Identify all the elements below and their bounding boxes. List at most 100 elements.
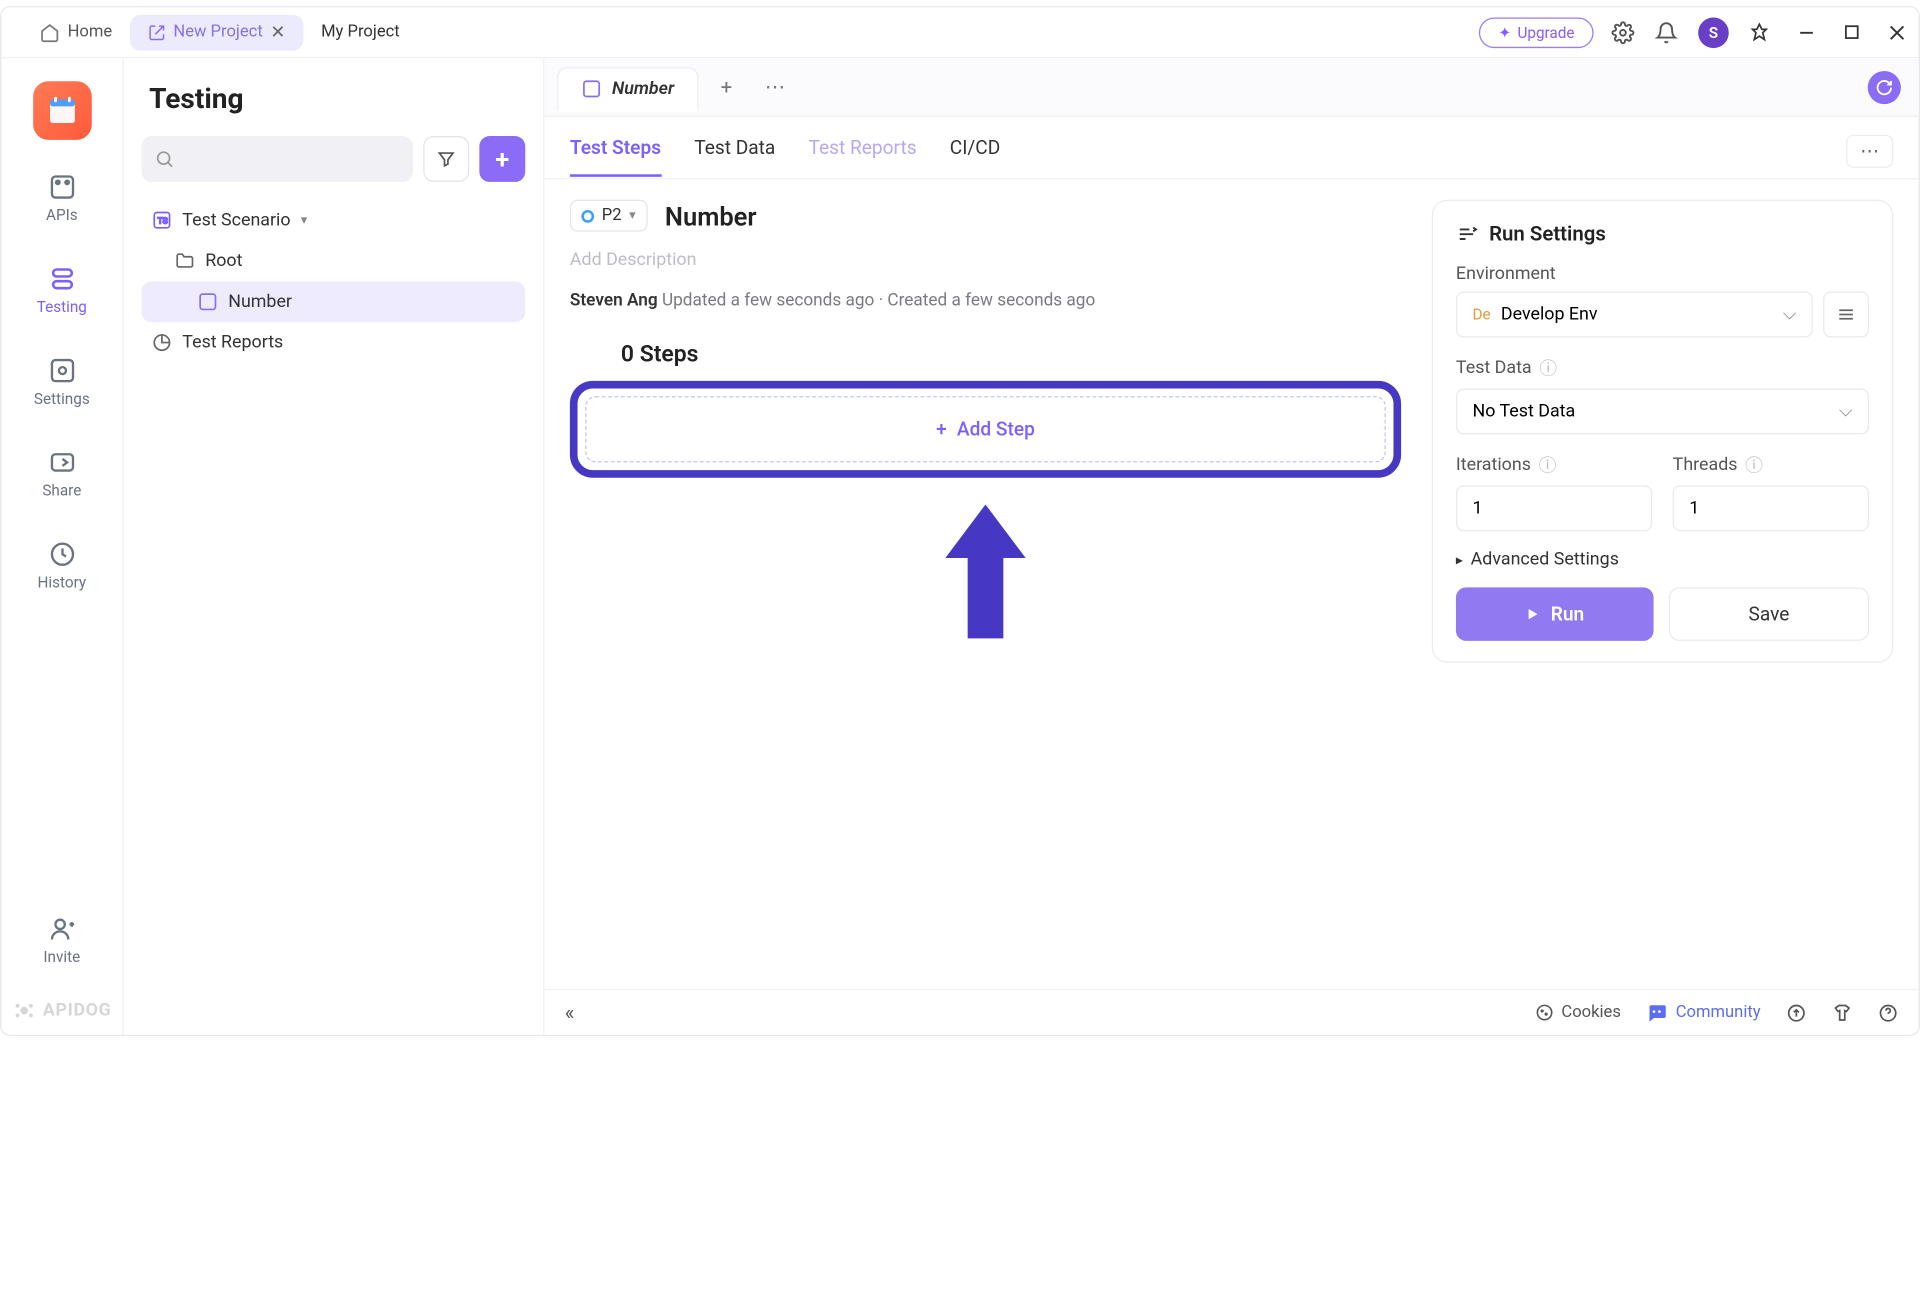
left-rail: APIs Testing Settings Share History In xyxy=(1,58,123,1035)
env-label: Environment xyxy=(1456,264,1869,284)
rail-apis[interactable]: APIs xyxy=(17,165,106,231)
pin-icon[interactable] xyxy=(1749,22,1769,42)
reports-icon xyxy=(152,332,172,352)
arrow-annotation xyxy=(941,493,1030,659)
env-select[interactable]: De Develop Env ⌵ xyxy=(1456,292,1813,338)
settings-icon xyxy=(48,357,76,385)
tree-scenario-label: Test Scenario xyxy=(182,210,290,230)
tab-cicd[interactable]: CI/CD xyxy=(950,136,1001,177)
close-icon[interactable]: ✕ xyxy=(270,22,285,42)
rail-settings[interactable]: Settings xyxy=(17,349,106,415)
subnav-more-button[interactable]: ⋯ xyxy=(1846,135,1893,168)
chevron-right-icon: ▸ xyxy=(1456,551,1463,568)
page-title[interactable]: Number xyxy=(665,200,757,231)
collapse-sidebar-button[interactable]: « xyxy=(565,1000,575,1024)
sidebar: Testing + TS Test Scenario ▾ Root xyxy=(124,58,545,1035)
rail-share[interactable]: Share xyxy=(17,441,106,507)
add-button[interactable]: + xyxy=(479,136,525,182)
author-name: Steven Ang xyxy=(570,290,658,310)
tree-root-folder[interactable]: Root xyxy=(142,241,526,282)
rail-invite-label: Invite xyxy=(43,948,80,966)
doc-tab-label: Number xyxy=(612,79,674,99)
rail-history[interactable]: History xyxy=(17,533,106,599)
project-tab-other-label: My Project xyxy=(321,23,400,42)
env-badge: De xyxy=(1473,306,1491,324)
priority-selector[interactable]: P2 ▾ xyxy=(570,200,647,232)
description-input[interactable]: Add Description xyxy=(570,250,1401,270)
play-icon xyxy=(1525,606,1540,621)
tree-test-reports[interactable]: Test Reports xyxy=(142,322,526,363)
project-tab-label: New Project xyxy=(173,23,262,42)
add-tab-button[interactable]: + xyxy=(706,67,747,108)
priority-dot-icon xyxy=(581,209,594,222)
minimize-icon[interactable] xyxy=(1798,23,1816,41)
tree-number-item[interactable]: Number xyxy=(142,281,526,322)
run-settings-icon xyxy=(1456,222,1479,245)
rail-testing-label: Testing xyxy=(37,298,87,316)
save-button[interactable]: Save xyxy=(1669,587,1869,641)
rail-history-label: History xyxy=(37,573,86,591)
app-logo[interactable] xyxy=(33,81,92,140)
rail-testing[interactable]: Testing xyxy=(17,257,106,323)
svg-text:TS: TS xyxy=(158,217,168,227)
home-icon xyxy=(40,22,60,42)
maximize-icon[interactable] xyxy=(1844,24,1861,41)
testing-icon xyxy=(48,265,76,293)
iterations-label: Iterations ⓘ xyxy=(1456,452,1652,477)
close-window-icon[interactable] xyxy=(1888,23,1906,41)
help-icon[interactable]: ⓘ xyxy=(1539,355,1557,380)
help-icon[interactable]: ⓘ xyxy=(1539,452,1557,477)
scenario-item-icon xyxy=(198,292,218,312)
threads-label: Threads ⓘ xyxy=(1673,452,1869,477)
testdata-label: Test Data ⓘ xyxy=(1456,355,1869,380)
settings-gear-icon[interactable] xyxy=(1611,21,1634,44)
add-step-button[interactable]: + Add Step xyxy=(585,396,1386,462)
scenario-icon: TS xyxy=(152,210,172,230)
tshirt-icon[interactable] xyxy=(1832,1002,1852,1022)
filter-button[interactable] xyxy=(423,136,469,182)
tab-test-data[interactable]: Test Data xyxy=(694,136,775,177)
run-label: Run xyxy=(1551,603,1585,626)
bell-icon[interactable] xyxy=(1655,21,1678,44)
tab-test-reports[interactable]: Test Reports xyxy=(808,136,916,177)
run-settings-heading: Run Settings xyxy=(1489,221,1606,245)
share-icon xyxy=(48,448,76,476)
search-input[interactable] xyxy=(142,136,414,182)
advanced-settings-toggle[interactable]: ▸ Advanced Settings xyxy=(1456,549,1869,569)
add-step-label: Add Step xyxy=(957,418,1035,441)
doc-tab-number[interactable]: Number xyxy=(557,67,698,112)
run-button[interactable]: Run xyxy=(1456,587,1654,641)
community-link[interactable]: Community xyxy=(1646,1002,1760,1024)
avatar[interactable]: S xyxy=(1698,17,1729,48)
tree-root-label: Root xyxy=(205,251,242,271)
plus-icon: + xyxy=(936,418,947,441)
help-icon[interactable] xyxy=(1878,1002,1898,1022)
upgrade-label: Upgrade xyxy=(1517,23,1574,41)
tab-test-steps[interactable]: Test Steps xyxy=(570,136,661,177)
external-icon xyxy=(148,23,166,41)
upgrade-button[interactable]: ✦ Upgrade xyxy=(1479,17,1594,48)
tree-test-scenario[interactable]: TS Test Scenario ▾ xyxy=(142,200,526,241)
sidebar-title: Testing xyxy=(149,84,517,116)
env-more-button[interactable] xyxy=(1823,292,1869,338)
advanced-label: Advanced Settings xyxy=(1471,549,1619,569)
help-icon[interactable]: ⓘ xyxy=(1745,452,1763,477)
sync-button[interactable] xyxy=(1868,70,1901,103)
rail-share-label: Share xyxy=(42,482,81,500)
project-tab-other[interactable]: My Project xyxy=(303,15,417,49)
iterations-input[interactable]: 1 xyxy=(1456,485,1652,531)
threads-input[interactable]: 1 xyxy=(1673,485,1869,531)
folder-icon xyxy=(175,251,195,271)
project-tab-active[interactable]: New Project ✕ xyxy=(130,14,303,50)
upload-icon[interactable] xyxy=(1786,1002,1806,1022)
doc-tab-icon xyxy=(581,79,601,99)
home-tab[interactable]: Home xyxy=(22,14,130,50)
testdata-select[interactable]: No Test Data ⌵ xyxy=(1456,388,1869,434)
tree-reports-label: Test Reports xyxy=(182,332,283,352)
chevron-down-icon: ⌵ xyxy=(1783,304,1797,324)
more-tabs-button[interactable]: ⋯ xyxy=(755,67,796,108)
rail-invite[interactable]: Invite xyxy=(17,907,106,973)
testdata-value: No Test Data xyxy=(1473,401,1576,421)
env-value: Develop Env xyxy=(1501,304,1598,324)
cookies-link[interactable]: Cookies xyxy=(1535,1003,1621,1022)
